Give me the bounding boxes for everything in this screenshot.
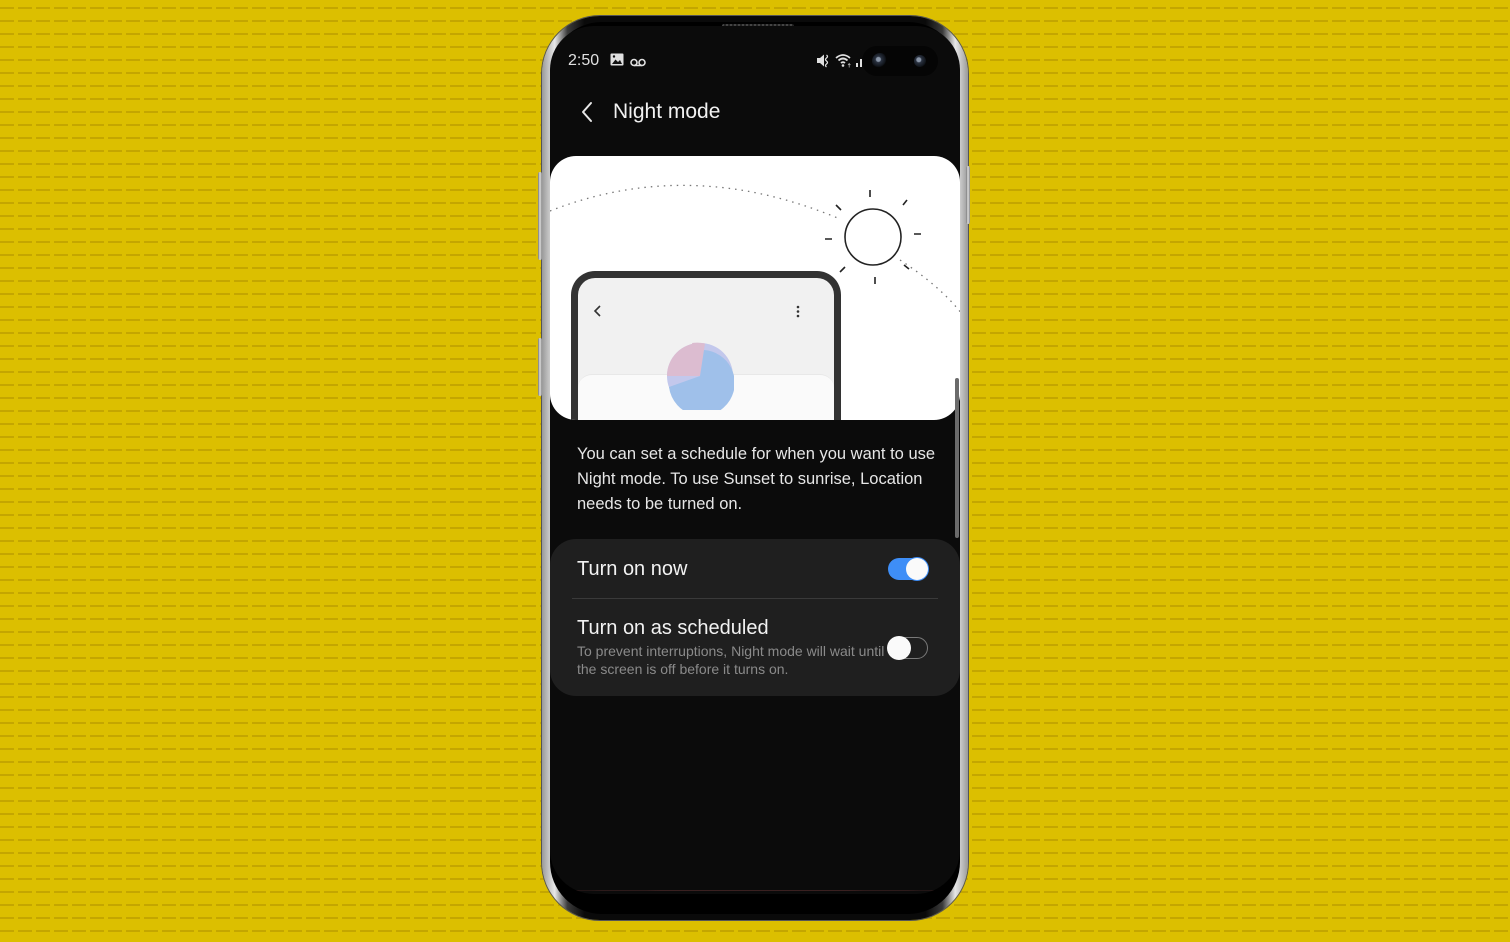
chevron-left-icon	[582, 102, 592, 122]
front-camera-lens	[872, 53, 888, 69]
setting-subtitle: To prevent interruptions, Night mode wil…	[577, 643, 885, 677]
bixby-button	[538, 172, 542, 260]
app-header: Night mode	[550, 92, 960, 132]
settings-card: Turn on now Turn on as scheduled To prev…	[550, 539, 960, 696]
scrollbar[interactable]	[955, 378, 959, 538]
chevron-left-icon	[593, 305, 601, 317]
voicemail-icon	[630, 56, 646, 70]
sun-icon	[825, 190, 921, 284]
turn-on-now-toggle[interactable]	[888, 558, 928, 580]
phone-screen: 2:50 Night mode You can set a schedule f…	[550, 26, 960, 894]
setting-turn-on-as-scheduled[interactable]: Turn on as scheduled To prevent interrup…	[550, 599, 960, 696]
toggle-knob	[887, 636, 911, 660]
mini-phone-preview	[571, 271, 841, 420]
turn-on-as-scheduled-toggle[interactable]	[887, 636, 928, 660]
mute-icon	[816, 53, 830, 71]
screen-edge-line	[558, 890, 952, 891]
pie-graphic	[667, 342, 734, 410]
setting-turn-on-now[interactable]: Turn on now	[550, 539, 960, 599]
night-mode-illustration	[550, 156, 960, 420]
power-button	[966, 166, 970, 224]
night-mode-description: You can set a schedule for when you want…	[577, 445, 936, 513]
status-bar: 2:50	[550, 46, 960, 76]
setting-title: Turn on now	[577, 558, 688, 580]
front-camera-cutout	[862, 46, 938, 76]
depth-camera-lens	[914, 55, 926, 67]
toggle-knob	[906, 558, 928, 580]
back-button[interactable]	[574, 98, 602, 126]
image-icon	[610, 53, 624, 69]
page-title: Night mode	[613, 100, 721, 123]
wifi-icon	[835, 53, 853, 71]
sun-path-arc	[550, 184, 841, 220]
status-time: 2:50	[568, 52, 600, 69]
more-vertical-icon	[796, 305, 800, 318]
volume-button	[538, 338, 542, 396]
setting-title: Turn on as scheduled	[577, 617, 769, 639]
